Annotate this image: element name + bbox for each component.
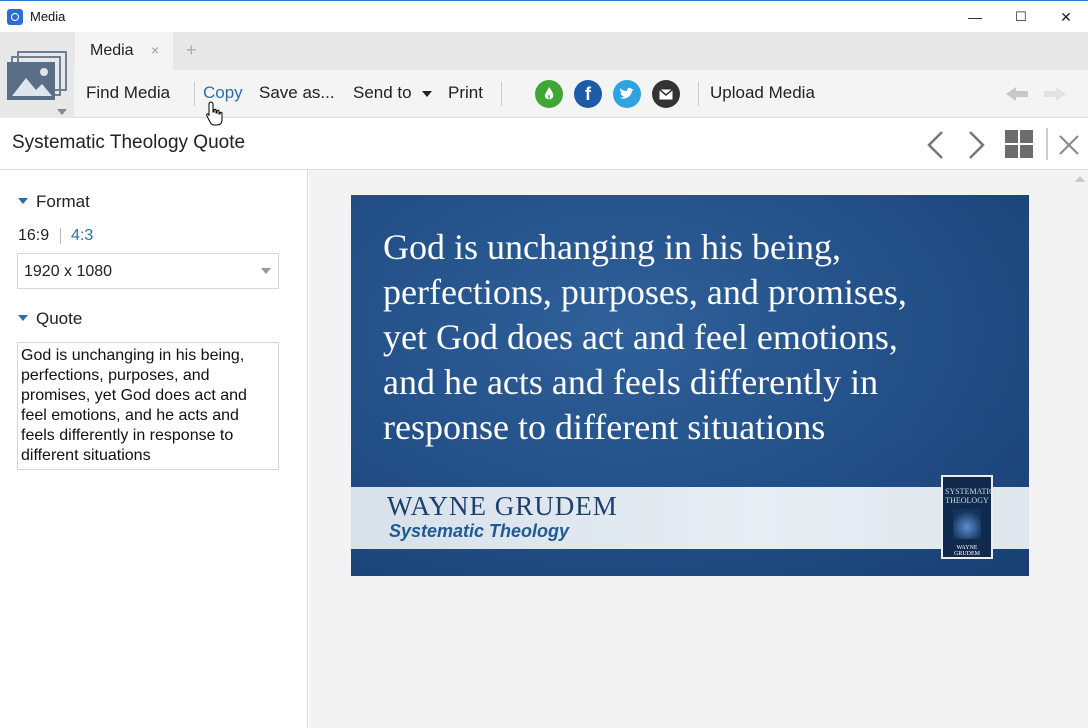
save-as-button[interactable]: Save as... — [259, 83, 335, 103]
slide-quote-line: perfections, purposes, and promises, — [383, 272, 907, 312]
triangle-down-icon — [18, 197, 28, 204]
chevron-down-icon — [261, 268, 271, 274]
slide-quote-line: response to different situations — [383, 407, 826, 447]
format-section-toggle[interactable]: Format — [18, 192, 90, 212]
send-to-label: Send to — [353, 83, 412, 102]
toolbar-divider — [194, 82, 195, 106]
ratio-16-9-option[interactable]: 16:9 — [18, 227, 49, 244]
ratio-divider — [59, 227, 61, 244]
scroll-up-icon[interactable] — [1075, 176, 1085, 182]
close-window-button[interactable]: ✕ — [1043, 1, 1088, 33]
slide-book-title: Systematic Theology — [389, 521, 570, 541]
facebook-icon[interactable]: f — [574, 80, 602, 108]
forward-arrow-icon[interactable] — [1042, 86, 1066, 107]
twitter-icon[interactable] — [613, 80, 641, 108]
tab-close-icon[interactable]: × — [151, 42, 159, 58]
toolbar-divider — [501, 82, 502, 106]
copy-button[interactable]: Copy — [203, 83, 243, 103]
back-arrow-icon[interactable] — [1006, 86, 1030, 107]
slide-quote-line: yet God does act and feel emotions, — [383, 317, 898, 357]
header-divider — [1046, 128, 1048, 160]
slide-author: WAYNE GRUDEM — [387, 491, 618, 521]
chevron-down-icon — [422, 90, 433, 97]
resolution-select[interactable]: 1920 x 1080 — [17, 253, 279, 289]
tab-label: Media — [90, 42, 134, 59]
book-cover-image: SYSTEMATIC THEOLOGY WAYNE GRUDEM — [941, 475, 995, 559]
media-panel-menu[interactable] — [0, 32, 74, 118]
send-to-button[interactable]: Send to — [353, 83, 433, 103]
format-heading: Format — [36, 192, 90, 211]
print-button[interactable]: Print — [448, 83, 483, 103]
slide-quote-line: and he acts and feels differently in — [383, 362, 879, 402]
previous-icon[interactable] — [924, 130, 948, 165]
quote-textarea[interactable]: God is unchanging in his being, perfecti… — [17, 342, 279, 470]
ratio-4-3-option[interactable]: 4:3 — [71, 227, 93, 244]
email-icon[interactable] — [652, 80, 680, 108]
aspect-ratio-options: 16:9 4:3 — [18, 227, 93, 245]
tab-media[interactable]: Media × — [75, 32, 173, 72]
close-icon[interactable] — [1058, 134, 1080, 161]
cover-author: WAYNE GRUDEM — [953, 545, 980, 557]
app-logo-icon — [7, 9, 23, 25]
upload-media-button[interactable]: Upload Media — [710, 83, 815, 103]
hand-cursor-icon — [206, 101, 224, 132]
cover-art — [953, 509, 981, 539]
resolution-value: 1920 x 1080 — [24, 263, 113, 280]
find-media-button[interactable]: Find Media — [86, 83, 170, 103]
add-tab-button[interactable]: + — [186, 40, 197, 61]
quote-heading: Quote — [36, 309, 83, 328]
faithlife-icon[interactable] — [535, 80, 563, 108]
toolbar-divider — [698, 82, 699, 106]
grid-view-icon[interactable] — [1004, 129, 1034, 164]
maximize-button[interactable]: ☐ — [998, 1, 1044, 33]
minimize-button[interactable]: — — [952, 1, 998, 33]
window-titlebar: Media — ☐ ✕ — [0, 0, 1088, 32]
window-title: Media — [30, 9, 66, 24]
quote-section-toggle[interactable]: Quote — [18, 309, 82, 329]
page-title: Systematic Theology Quote — [12, 132, 246, 153]
slide-quote-text: God is unchanging in his being, perfecti… — [383, 225, 1013, 450]
media-gallery-icon — [7, 51, 67, 115]
cover-title: SYSTEMATIC THEOLOGY — [945, 487, 995, 505]
slide-quote-line: God is unchanging in his being, — [383, 227, 841, 267]
slide-preview: God is unchanging in his being, perfecti… — [351, 195, 1029, 576]
triangle-down-icon — [18, 314, 28, 321]
next-icon[interactable] — [964, 130, 988, 165]
